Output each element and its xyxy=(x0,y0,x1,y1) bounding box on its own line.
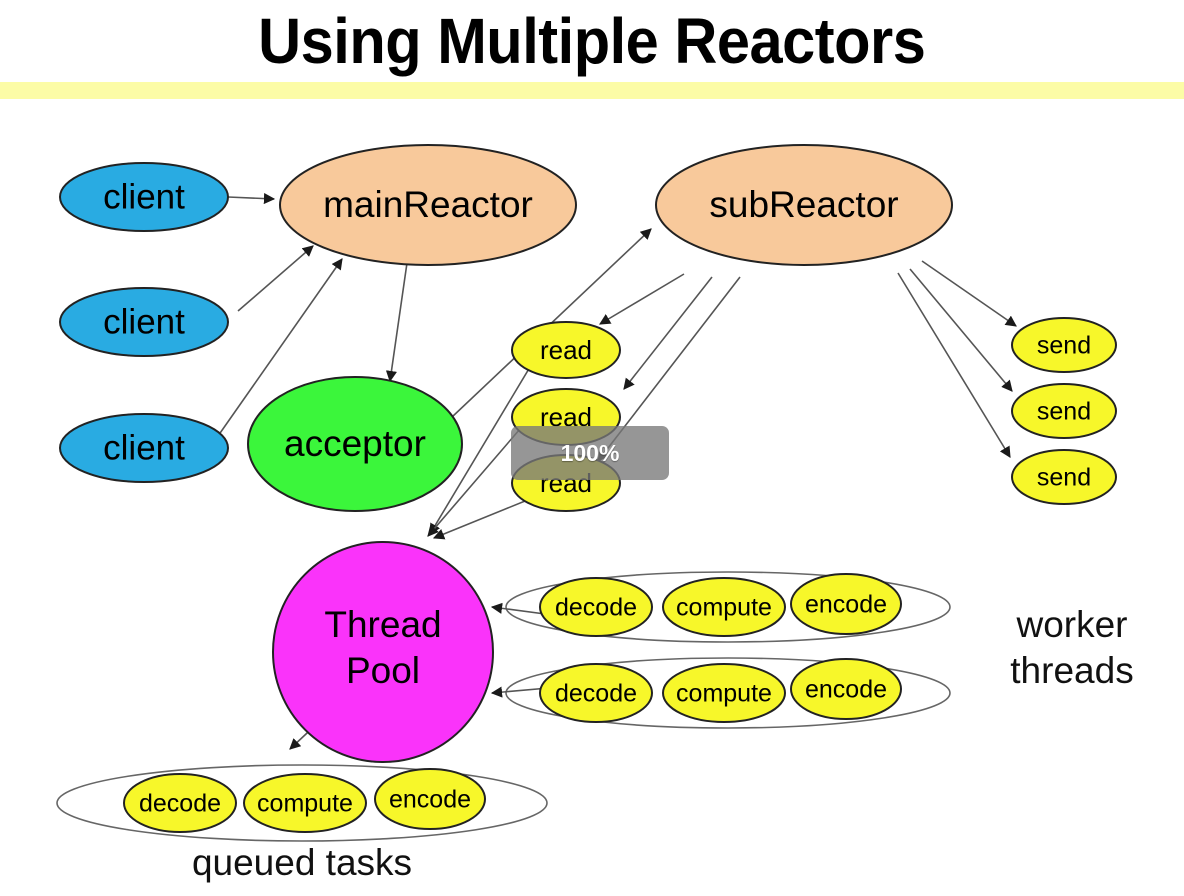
node-mainreactor-label: mainReactor xyxy=(323,184,533,225)
node-send-1[interactable]: send xyxy=(1011,317,1117,373)
node-mainreactor[interactable]: mainReactor xyxy=(279,144,577,266)
node-subreactor[interactable]: subReactor xyxy=(655,144,953,266)
queued-tasks-group[interactable]: decode compute encode xyxy=(123,768,486,833)
task-compute[interactable]: compute xyxy=(662,577,786,637)
worker-thread-group-2[interactable]: decode compute encode xyxy=(539,658,902,723)
edge-client1-to-mainreactor xyxy=(227,192,276,205)
task-encode-label: encode xyxy=(805,591,887,619)
edge-layer xyxy=(56,192,1017,842)
edge-read3-to-threadpool xyxy=(432,498,531,540)
zoom-level-value: 100% xyxy=(560,439,620,466)
edge-subreactor-to-read1 xyxy=(599,273,685,325)
task-decode-label: decode xyxy=(555,594,637,622)
node-read-1-label: read xyxy=(540,335,592,365)
node-thread-pool[interactable]: Thread Pool xyxy=(272,541,494,763)
node-thread-pool-label-line1: Thread xyxy=(324,604,441,645)
task-decode[interactable]: decode xyxy=(539,663,653,723)
task-encode[interactable]: encode xyxy=(790,658,902,720)
node-client-1-label: client xyxy=(103,177,185,216)
task-compute[interactable]: compute xyxy=(662,663,786,723)
edge-mainreactor-to-acceptor xyxy=(385,255,409,383)
task-compute-label: compute xyxy=(676,594,772,622)
node-client-2[interactable]: client xyxy=(59,287,229,357)
node-thread-pool-label-line2: Pool xyxy=(346,650,420,691)
task-compute-label: compute xyxy=(257,790,353,818)
task-encode-label: encode xyxy=(805,676,887,704)
node-subreactor-label: subReactor xyxy=(709,184,898,225)
title-accent-band xyxy=(0,82,1184,99)
task-encode[interactable]: encode xyxy=(790,573,902,635)
edge-subreactor-to-send3 xyxy=(897,272,1011,458)
worker-thread-group-1[interactable]: decode compute encode xyxy=(539,573,902,637)
task-decode[interactable]: decode xyxy=(539,577,653,637)
worker-threads-caption-line2: threads xyxy=(1010,650,1133,691)
node-send-3-label: send xyxy=(1037,464,1091,492)
reactor-architecture-diagram: client client client mainReactor subReac… xyxy=(56,144,1134,883)
slide-title-area: Using Multiple Reactors xyxy=(0,0,1184,82)
node-send-1-label: send xyxy=(1037,332,1091,360)
edge-client2-to-mainreactor xyxy=(237,245,314,312)
task-encode-label: encode xyxy=(389,786,471,814)
task-encode[interactable]: encode xyxy=(374,768,486,830)
node-acceptor[interactable]: acceptor xyxy=(247,376,463,512)
node-read-1[interactable]: read xyxy=(511,321,621,379)
node-client-3[interactable]: client xyxy=(59,413,229,483)
slide-canvas: Using Multiple Reactors client client cl… xyxy=(0,0,1184,896)
node-acceptor-label: acceptor xyxy=(284,423,426,464)
task-decode-label: decode xyxy=(139,790,221,818)
node-send-2-label: send xyxy=(1037,398,1091,426)
task-compute[interactable]: compute xyxy=(243,773,367,833)
edge-subreactor-to-send1 xyxy=(921,260,1017,327)
node-send-2[interactable]: send xyxy=(1011,383,1117,439)
worker-threads-caption-line1: worker xyxy=(1015,604,1127,645)
task-compute-label: compute xyxy=(676,680,772,708)
task-decode[interactable]: decode xyxy=(123,773,237,833)
task-decode-label: decode xyxy=(555,680,637,708)
edge-subreactor-to-read2 xyxy=(623,276,713,390)
queued-tasks-caption: queued tasks xyxy=(192,842,412,883)
page-title: Using Multiple Reactors xyxy=(258,5,926,77)
worker-threads-caption: worker threads xyxy=(1010,604,1133,691)
node-client-3-label: client xyxy=(103,428,185,467)
node-client-1[interactable]: client xyxy=(59,162,229,232)
node-client-2-label: client xyxy=(103,302,185,341)
node-send-3[interactable]: send xyxy=(1011,449,1117,505)
